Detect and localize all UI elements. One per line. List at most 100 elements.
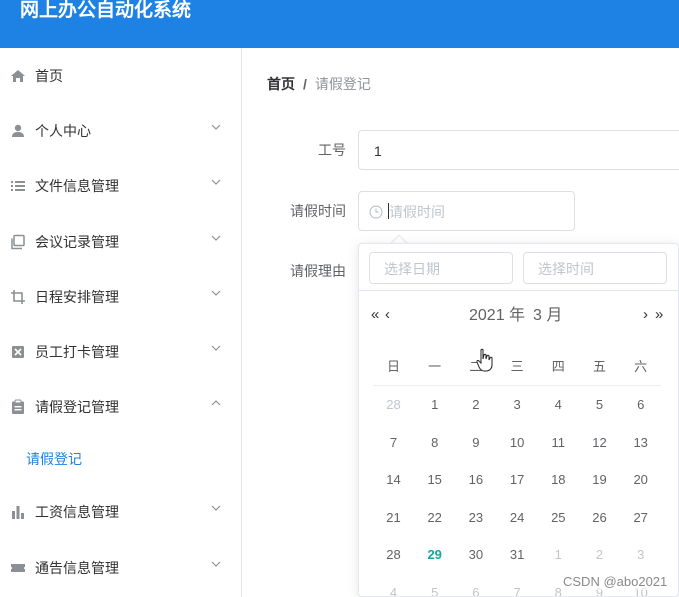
sidebar-item-label: 个人中心	[35, 123, 91, 140]
month-label[interactable]: 3 月	[533, 307, 562, 324]
chevron-down-icon	[210, 231, 222, 243]
day-cell[interactable]: 8	[414, 435, 455, 451]
sidebar-item-6[interactable]: 员工打卡管理	[0, 324, 242, 380]
day-cell[interactable]: 18	[538, 472, 579, 488]
sidebar-subitem-1[interactable]: 请假登记	[0, 434, 242, 484]
sidebar-item-label: 员工打卡管理	[35, 344, 119, 360]
sidebar-item-4[interactable]: 会议记录管理	[0, 214, 242, 270]
weekday-label: 三	[510, 359, 524, 374]
prev-month-button[interactable]: ‹	[385, 306, 390, 324]
sidebar-item-2[interactable]: 个人中心	[0, 103, 242, 159]
sidebar-item-label: 工资信息管理	[35, 504, 119, 521]
app-title: 网上办公自动化系统	[20, 0, 192, 21]
day-cell[interactable]: 24	[497, 510, 538, 526]
sidebar-item-5[interactable]: 日程安排管理	[0, 269, 242, 325]
day-cell[interactable]: 5	[579, 397, 620, 413]
sidebar-item-1[interactable]: 首页	[0, 48, 242, 104]
crop-icon	[10, 289, 26, 305]
day-cell[interactable]: 12	[579, 435, 620, 451]
next-year-button[interactable]: »	[655, 306, 663, 324]
employee-id-value: 1	[374, 143, 382, 159]
day-cell[interactable]: 4	[538, 397, 579, 413]
hand-pointer-cursor	[476, 348, 493, 372]
breadcrumb-current: 请假登记	[314, 76, 371, 92]
date-input-placeholder: 选择日期	[384, 261, 440, 277]
sidebar-item-3[interactable]: 文件信息管理	[0, 158, 242, 214]
day-cell[interactable]: 4	[373, 585, 414, 596]
day-cell[interactable]: 20	[620, 472, 661, 488]
weekday-header: 日一二三四五六	[373, 354, 661, 386]
day-cell[interactable]: 3	[620, 547, 661, 563]
sidebar-item-label: 会议记录管理	[35, 233, 119, 250]
day-cell[interactable]: 22	[414, 510, 455, 526]
day-cell[interactable]: 31	[497, 547, 538, 563]
day-cell[interactable]: 30	[455, 547, 496, 563]
sidebar-item-9[interactable]: 通告信息管理	[0, 540, 242, 596]
sidebar-item-label: 文件信息管理	[35, 178, 119, 195]
bar-chart-icon	[10, 504, 26, 520]
day-cell[interactable]: 11	[538, 435, 579, 451]
watermark: CSDN @abo2021	[563, 574, 668, 590]
day-cell[interactable]: 2	[455, 397, 496, 413]
sidebar: 首页个人中心文件信息管理 会议记录管理 日程安排管理 员工打卡管理 请假登记管理请假登记…	[0, 48, 242, 597]
breadcrumb-home[interactable]: 首页	[267, 76, 295, 92]
weekday-label: 五	[592, 359, 606, 374]
day-cell[interactable]: 6	[455, 585, 496, 596]
sidebar-item-7[interactable]: 请假登记管理	[0, 379, 242, 435]
chevron-up-icon	[210, 396, 222, 408]
sidebar-item-8[interactable]: 工资信息管理	[0, 484, 242, 540]
leave-reason-label: 请假理由	[290, 263, 346, 279]
picker-header: 选择日期 选择时间	[359, 244, 678, 291]
day-cell[interactable]: 19	[579, 472, 620, 488]
ticket-icon	[10, 560, 26, 576]
chevron-down-icon	[210, 286, 222, 298]
date-picker-panel: 选择日期 选择时间 « ‹ 2021 年3 月 › » 日一二三四五六 28 1 2…	[358, 243, 679, 597]
day-cell[interactable]: 7	[373, 435, 414, 451]
day-cell[interactable]: 1	[414, 397, 455, 413]
day-cell[interactable]: 15	[414, 472, 455, 488]
sidebar-item-label: 通告信息管理	[35, 559, 119, 576]
copy-icon	[10, 234, 26, 250]
prev-year-button[interactable]: «	[371, 306, 379, 324]
year-label[interactable]: 2021 年	[469, 307, 525, 324]
clipboard-icon	[10, 399, 26, 415]
day-cell[interactable]: 23	[455, 510, 496, 526]
weekday-label: 一	[428, 359, 442, 374]
time-input[interactable]: 选择时间	[523, 252, 667, 284]
day-cell[interactable]: 3	[497, 397, 538, 413]
day-cell[interactable]: 7	[497, 585, 538, 596]
day-cell[interactable]: 13	[620, 435, 661, 451]
chevron-down-icon	[210, 120, 222, 132]
weekday-label: 日	[386, 359, 400, 374]
day-cell[interactable]: 1	[538, 547, 579, 563]
sidebar-item-label: 日程安排管理	[35, 288, 119, 305]
leave-time-input[interactable]: 请假时间	[358, 191, 575, 231]
day-cell[interactable]: 28	[373, 547, 414, 563]
day-cell[interactable]: 14	[373, 472, 414, 488]
day-cell[interactable]: 2	[579, 547, 620, 563]
employee-id-label: 工号	[318, 142, 346, 158]
day-cell[interactable]: 6	[620, 397, 661, 413]
day-cell[interactable]: 21	[373, 510, 414, 526]
day-cell[interactable]: 28	[373, 397, 414, 413]
chevron-down-icon	[210, 175, 222, 187]
day-cell[interactable]: 26	[579, 510, 620, 526]
clock-icon	[369, 205, 383, 219]
sidebar-item-label: 请假登记管理	[35, 399, 119, 416]
day-cell-today[interactable]: 29	[414, 547, 455, 563]
date-input[interactable]: 选择日期	[369, 252, 513, 284]
breadcrumb: 首页 / 请假登记	[267, 75, 371, 93]
chevron-down-icon	[210, 341, 222, 353]
leave-time-label: 请假时间	[290, 203, 346, 219]
next-month-button[interactable]: ›	[643, 306, 648, 324]
day-cell[interactable]: 5	[414, 585, 455, 596]
breadcrumb-separator: /	[303, 76, 307, 92]
day-cell[interactable]: 10	[497, 435, 538, 451]
day-cell[interactable]: 9	[455, 435, 496, 451]
day-cell[interactable]: 16	[455, 472, 496, 488]
day-cell[interactable]: 25	[538, 510, 579, 526]
day-cell[interactable]: 27	[620, 510, 661, 526]
user-icon	[10, 123, 26, 139]
day-cell[interactable]: 17	[497, 472, 538, 488]
employee-id-input[interactable]: 1	[358, 130, 679, 170]
